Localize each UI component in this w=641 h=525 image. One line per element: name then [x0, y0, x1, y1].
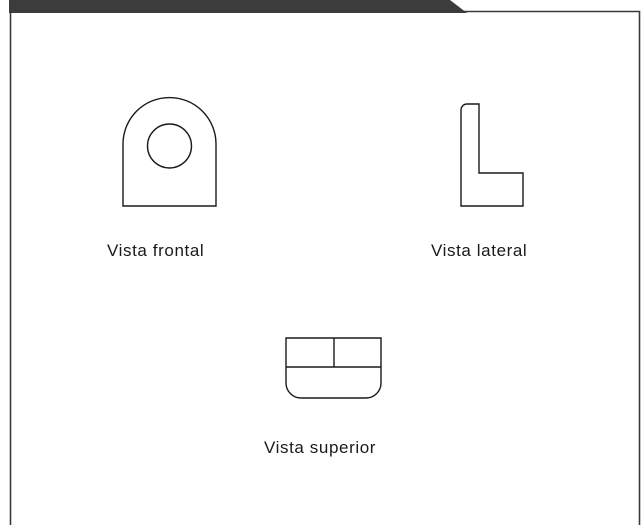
side-view-outline [460, 103, 524, 207]
front-view-drawing [122, 96, 217, 207]
side-view-drawing [460, 103, 524, 207]
front-view-outline [122, 96, 217, 207]
front-view-hole [146, 123, 193, 169]
top-view-drawing [285, 337, 382, 399]
side-view-label: Vista lateral [431, 241, 528, 260]
top-view-label: Vista superior [264, 438, 377, 457]
front-view-label: Vista frontal [107, 241, 205, 260]
orthographic-views-panel: Vista frontal Vista lateral Vista superi… [0, 0, 641, 525]
